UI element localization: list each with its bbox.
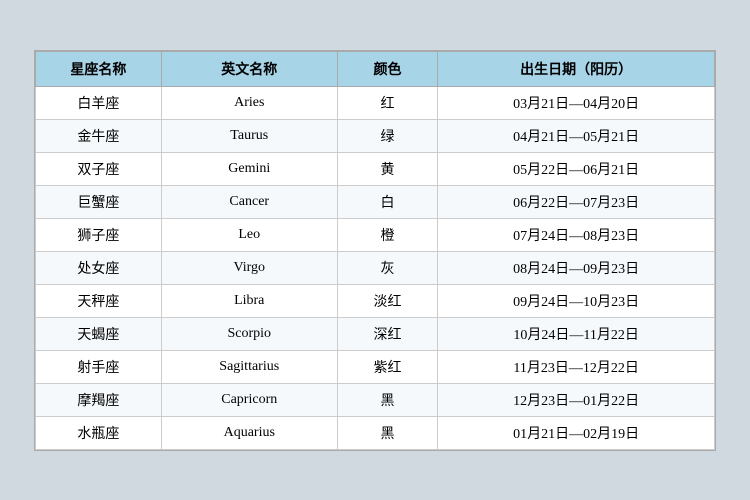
cell-en: Gemini (161, 152, 337, 185)
cell-en: Libra (161, 284, 337, 317)
header-date: 出生日期（阳历） (438, 51, 715, 86)
table-row: 双子座Gemini黄05月22日—06月21日 (36, 152, 715, 185)
cell-date: 10月24日—11月22日 (438, 317, 715, 350)
cell-cn: 金牛座 (36, 119, 162, 152)
header-cn: 星座名称 (36, 51, 162, 86)
table-row: 水瓶座Aquarius黑01月21日—02月19日 (36, 416, 715, 449)
table-row: 金牛座Taurus绿04月21日—05月21日 (36, 119, 715, 152)
cell-en: Aries (161, 86, 337, 119)
cell-color: 红 (337, 86, 438, 119)
zodiac-table: 星座名称 英文名称 颜色 出生日期（阳历） 白羊座Aries红03月21日—04… (35, 51, 715, 450)
header-en: 英文名称 (161, 51, 337, 86)
cell-en: Taurus (161, 119, 337, 152)
cell-color: 深红 (337, 317, 438, 350)
cell-date: 07月24日—08月23日 (438, 218, 715, 251)
cell-date: 12月23日—01月22日 (438, 383, 715, 416)
cell-en: Virgo (161, 251, 337, 284)
table-row: 射手座Sagittarius紫红11月23日—12月22日 (36, 350, 715, 383)
cell-color: 橙 (337, 218, 438, 251)
zodiac-table-wrapper: 星座名称 英文名称 颜色 出生日期（阳历） 白羊座Aries红03月21日—04… (34, 50, 716, 451)
cell-en: Sagittarius (161, 350, 337, 383)
table-row: 巨蟹座Cancer白06月22日—07月23日 (36, 185, 715, 218)
table-row: 白羊座Aries红03月21日—04月20日 (36, 86, 715, 119)
cell-en: Cancer (161, 185, 337, 218)
cell-color: 白 (337, 185, 438, 218)
cell-color: 淡红 (337, 284, 438, 317)
cell-date: 09月24日—10月23日 (438, 284, 715, 317)
cell-cn: 白羊座 (36, 86, 162, 119)
cell-color: 绿 (337, 119, 438, 152)
table-header-row: 星座名称 英文名称 颜色 出生日期（阳历） (36, 51, 715, 86)
table-row: 处女座Virgo灰08月24日—09月23日 (36, 251, 715, 284)
cell-date: 08月24日—09月23日 (438, 251, 715, 284)
cell-color: 黄 (337, 152, 438, 185)
cell-en: Aquarius (161, 416, 337, 449)
cell-color: 紫红 (337, 350, 438, 383)
cell-cn: 巨蟹座 (36, 185, 162, 218)
header-color: 颜色 (337, 51, 438, 86)
cell-cn: 摩羯座 (36, 383, 162, 416)
cell-en: Leo (161, 218, 337, 251)
cell-cn: 天蝎座 (36, 317, 162, 350)
cell-color: 黑 (337, 416, 438, 449)
cell-date: 03月21日—04月20日 (438, 86, 715, 119)
table-row: 天秤座Libra淡红09月24日—10月23日 (36, 284, 715, 317)
cell-color: 灰 (337, 251, 438, 284)
cell-en: Capricorn (161, 383, 337, 416)
cell-cn: 射手座 (36, 350, 162, 383)
table-body: 白羊座Aries红03月21日—04月20日金牛座Taurus绿04月21日—0… (36, 86, 715, 449)
cell-date: 04月21日—05月21日 (438, 119, 715, 152)
cell-color: 黑 (337, 383, 438, 416)
cell-date: 05月22日—06月21日 (438, 152, 715, 185)
cell-cn: 天秤座 (36, 284, 162, 317)
cell-cn: 狮子座 (36, 218, 162, 251)
table-row: 天蝎座Scorpio深红10月24日—11月22日 (36, 317, 715, 350)
cell-cn: 处女座 (36, 251, 162, 284)
cell-date: 06月22日—07月23日 (438, 185, 715, 218)
cell-cn: 双子座 (36, 152, 162, 185)
table-row: 摩羯座Capricorn黑12月23日—01月22日 (36, 383, 715, 416)
cell-date: 11月23日—12月22日 (438, 350, 715, 383)
cell-date: 01月21日—02月19日 (438, 416, 715, 449)
table-row: 狮子座Leo橙07月24日—08月23日 (36, 218, 715, 251)
cell-en: Scorpio (161, 317, 337, 350)
cell-cn: 水瓶座 (36, 416, 162, 449)
